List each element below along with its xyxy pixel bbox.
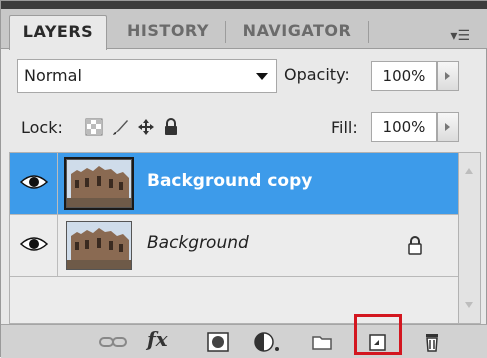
trash-icon[interactable] bbox=[421, 331, 443, 353]
visibility-toggle[interactable] bbox=[10, 153, 58, 214]
tab-separator bbox=[225, 21, 226, 43]
tab-history[interactable]: HISTORY bbox=[115, 15, 221, 49]
visibility-toggle[interactable] bbox=[10, 215, 58, 276]
layer-name[interactable]: Background copy bbox=[147, 171, 312, 191]
opacity-label: Opacity: bbox=[284, 65, 350, 84]
fx-label: fx bbox=[147, 327, 168, 351]
chevron-down-icon bbox=[256, 73, 268, 80]
eye-icon bbox=[20, 175, 48, 189]
layer-row-background[interactable]: Background bbox=[10, 215, 458, 277]
panel-menu-icon[interactable]: ▾☰ bbox=[450, 28, 470, 44]
fill-label: Fill: bbox=[331, 118, 358, 137]
layer-thumbnail bbox=[66, 221, 132, 270]
lock-image-pixels-icon[interactable] bbox=[112, 118, 130, 136]
lock-all-icon[interactable] bbox=[162, 118, 180, 136]
lock-position-icon[interactable] bbox=[137, 118, 155, 136]
scroll-up-icon[interactable] bbox=[464, 167, 474, 175]
layers-panel: LAYERS HISTORY NAVIGATOR ▾☰ Normal Opaci… bbox=[0, 0, 487, 358]
layer-row-background-copy[interactable]: Background copy bbox=[10, 153, 458, 215]
layers-scrollbar[interactable] bbox=[459, 152, 481, 324]
layers-list: Background copy Background bbox=[9, 152, 459, 324]
lock-label: Lock: bbox=[21, 118, 63, 137]
scroll-down-icon[interactable] bbox=[464, 301, 474, 309]
new-layer-button-highlight bbox=[354, 314, 402, 355]
tab-navigator[interactable]: NAVIGATOR bbox=[231, 15, 363, 49]
new-group-icon[interactable] bbox=[311, 331, 333, 353]
panel-tabs: LAYERS HISTORY NAVIGATOR ▾☰ bbox=[1, 9, 487, 50]
blend-mode-value: Normal bbox=[24, 66, 82, 85]
layer-name[interactable]: Background bbox=[147, 233, 249, 253]
tab-layers[interactable]: LAYERS bbox=[9, 15, 107, 50]
opacity-slider-arrow[interactable] bbox=[437, 61, 459, 91]
tab-separator bbox=[368, 21, 369, 43]
eye-icon bbox=[20, 237, 48, 251]
title-strip bbox=[1, 1, 487, 9]
layer-thumbnail bbox=[64, 157, 134, 210]
fill-slider-arrow[interactable] bbox=[437, 112, 459, 142]
lock-transparent-pixels-icon[interactable] bbox=[85, 118, 103, 136]
layer-lock-icon bbox=[408, 236, 422, 255]
fx-icon[interactable]: fx bbox=[147, 327, 177, 351]
fill-field[interactable]: 100% bbox=[371, 112, 437, 142]
opacity-field[interactable]: 100% bbox=[371, 61, 437, 91]
link-layers-icon[interactable] bbox=[98, 331, 128, 353]
add-mask-icon[interactable] bbox=[207, 331, 229, 353]
blend-mode-select[interactable]: Normal bbox=[17, 59, 277, 93]
adjustment-layer-icon[interactable] bbox=[254, 331, 282, 353]
layers-bottom-toolbar: fx bbox=[1, 324, 487, 358]
